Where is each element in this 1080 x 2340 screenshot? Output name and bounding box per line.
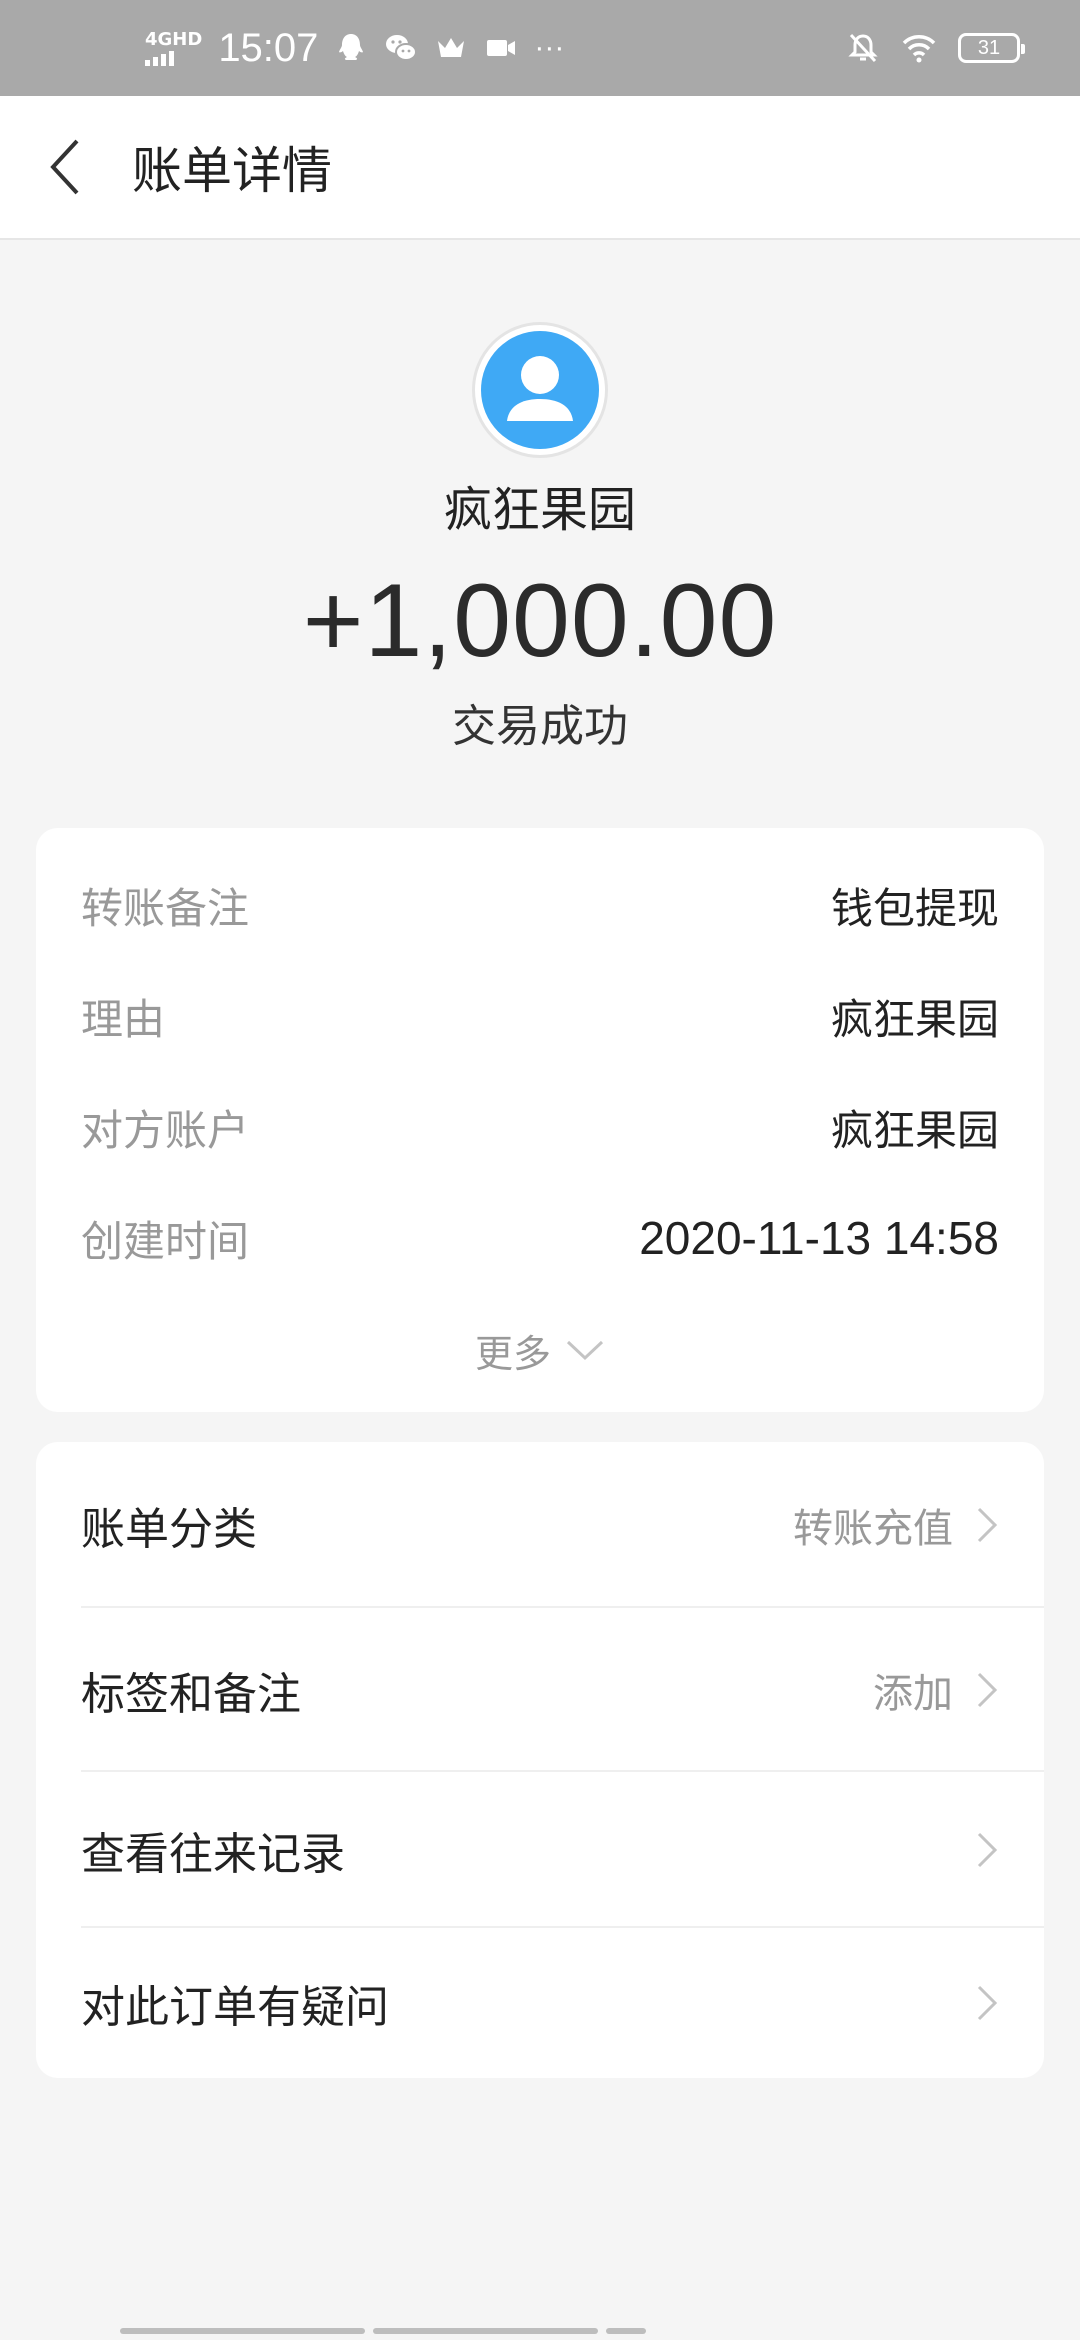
detail-row-remark: 转账备注 钱包提现 [81, 870, 999, 940]
chevron-right-icon [977, 1672, 998, 1708]
chevron-down-icon [566, 1340, 604, 1361]
avatar-background [481, 331, 599, 449]
user-icon [507, 356, 573, 421]
action-row-tags[interactable]: 标签和备注 添加 [36, 1608, 1044, 1772]
crown-icon [438, 38, 465, 57]
gesture-bar [120, 2328, 646, 2334]
chevron-right-icon [977, 1832, 998, 1868]
detail-value: 钱包提现 [830, 883, 999, 933]
detail-card: 转账备注 钱包提现 理由 疯狂果园 对方账户 疯狂果园 创建时间 2020-11… [36, 828, 1044, 1412]
header: 账单详情 [0, 96, 1080, 240]
detail-label: 理由 [81, 994, 166, 1044]
action-label: 账单分类 [81, 1504, 257, 1555]
status-bar: 4GHD 15:07 ··· 31 [0, 0, 1080, 96]
mute-bell-icon [848, 33, 878, 63]
video-icon [487, 40, 516, 56]
transaction-status: 交易成功 [452, 701, 628, 752]
cellular-signal-icon: 4GHD [145, 28, 203, 66]
wechat-icon [386, 35, 418, 61]
detail-label: 创建时间 [81, 1216, 250, 1266]
more-label: 更多 [474, 1331, 551, 1376]
more-button[interactable]: 更多 [36, 1310, 1044, 1390]
battery-level: 31 [977, 36, 1001, 59]
back-button[interactable] [0, 95, 130, 239]
action-value: 转账充值 [793, 1506, 953, 1552]
action-label: 查看往来记录 [81, 1829, 345, 1880]
battery-icon: 31 [958, 33, 1025, 63]
detail-value: 疯狂果园 [830, 994, 999, 1044]
action-row-category[interactable]: 账单分类 转账充值 [36, 1442, 1044, 1608]
payee-name: 疯狂果园 [443, 482, 636, 538]
transaction-amount: +1,000.00 [302, 563, 778, 679]
chevron-left-icon [50, 139, 79, 195]
detail-row-reason: 理由 疯狂果园 [81, 981, 999, 1051]
status-bar-left: 4GHD 15:07 ··· [145, 26, 580, 71]
action-label: 标签和备注 [81, 1669, 301, 1720]
action-row-question[interactable]: 对此订单有疑问 [36, 1928, 1044, 2078]
detail-value: 疯狂果园 [830, 1105, 999, 1155]
page-title: 账单详情 [132, 142, 332, 200]
detail-value: 2020-11-13 14:58 [639, 1212, 999, 1264]
action-label: 对此订单有疑问 [81, 1982, 389, 2033]
network-type: 4GHD [145, 28, 203, 50]
detail-label: 对方账户 [81, 1105, 250, 1155]
chevron-right-icon [977, 1985, 998, 2021]
action-row-history[interactable]: 查看往来记录 [36, 1772, 1044, 1928]
chevron-right-icon [977, 1507, 998, 1543]
qq-icon [339, 34, 364, 60]
more-notifications: ··· [534, 31, 565, 64]
status-time: 15:07 [218, 25, 319, 70]
detail-row-account: 对方账户 疯狂果园 [81, 1092, 999, 1162]
wifi-icon [902, 35, 936, 63]
avatar[interactable] [472, 322, 608, 458]
actions-card: 账单分类 转账充值 标签和备注 添加 查看往来记录 对此订单有疑问 [36, 1442, 1044, 2078]
detail-label: 转账备注 [81, 883, 250, 933]
action-value: 添加 [873, 1671, 953, 1717]
detail-row-created-time: 创建时间 2020-11-13 14:58 [81, 1203, 999, 1273]
status-bar-right: 31 [824, 31, 1025, 65]
